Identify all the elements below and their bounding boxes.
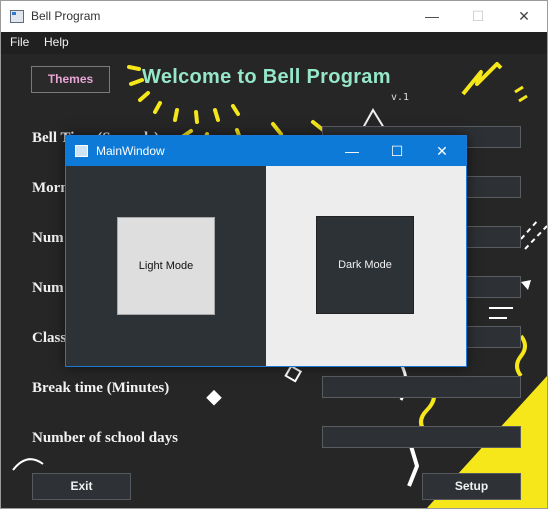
dialog-close-button[interactable]: ✕ [420,136,464,166]
morning-label: Morn [32,180,69,196]
number-field-2-label: Num [32,280,64,296]
close-button[interactable]: ✕ [501,1,547,32]
menu-help[interactable]: Help [44,35,69,49]
themes-button[interactable]: Themes [31,66,110,93]
break-time-label: Break time (Minutes) [32,380,170,396]
dialog-title: MainWindow [96,144,165,158]
window-title: Bell Program [31,9,101,23]
light-panel: Dark Mode [266,166,466,366]
number-field-1-label: Num [32,230,64,246]
menu-bar: File Help [1,32,547,54]
break-time-input[interactable] [322,376,521,398]
welcome-title: Welcome to Bell Program [142,66,391,88]
setup-button[interactable]: Setup [422,473,521,500]
dialog-maximize-button[interactable]: ☐ [375,136,419,166]
school-days-label: Number of school days [32,430,178,446]
theme-dialog: MainWindow — ☐ ✕ Light Mode Dark Mode [65,135,467,367]
window-titlebar[interactable]: Bell Program — ☐ ✕ [1,1,547,32]
school-days-input[interactable] [322,426,521,448]
dialog-app-icon [75,145,88,157]
version-label: v.1 [391,92,410,103]
maximize-button[interactable]: ☐ [455,1,501,32]
app-icon [10,10,24,23]
dialog-minimize-button[interactable]: — [330,136,374,166]
dark-mode-button[interactable]: Dark Mode [316,216,414,314]
dark-panel: Light Mode [66,166,266,366]
light-mode-button[interactable]: Light Mode [117,217,215,315]
menu-file[interactable]: File [10,35,29,49]
exit-button[interactable]: Exit [32,473,131,500]
dialog-titlebar[interactable]: MainWindow — ☐ ✕ [66,136,466,166]
minimize-button[interactable]: — [409,1,455,32]
class-label: Class [32,330,67,346]
